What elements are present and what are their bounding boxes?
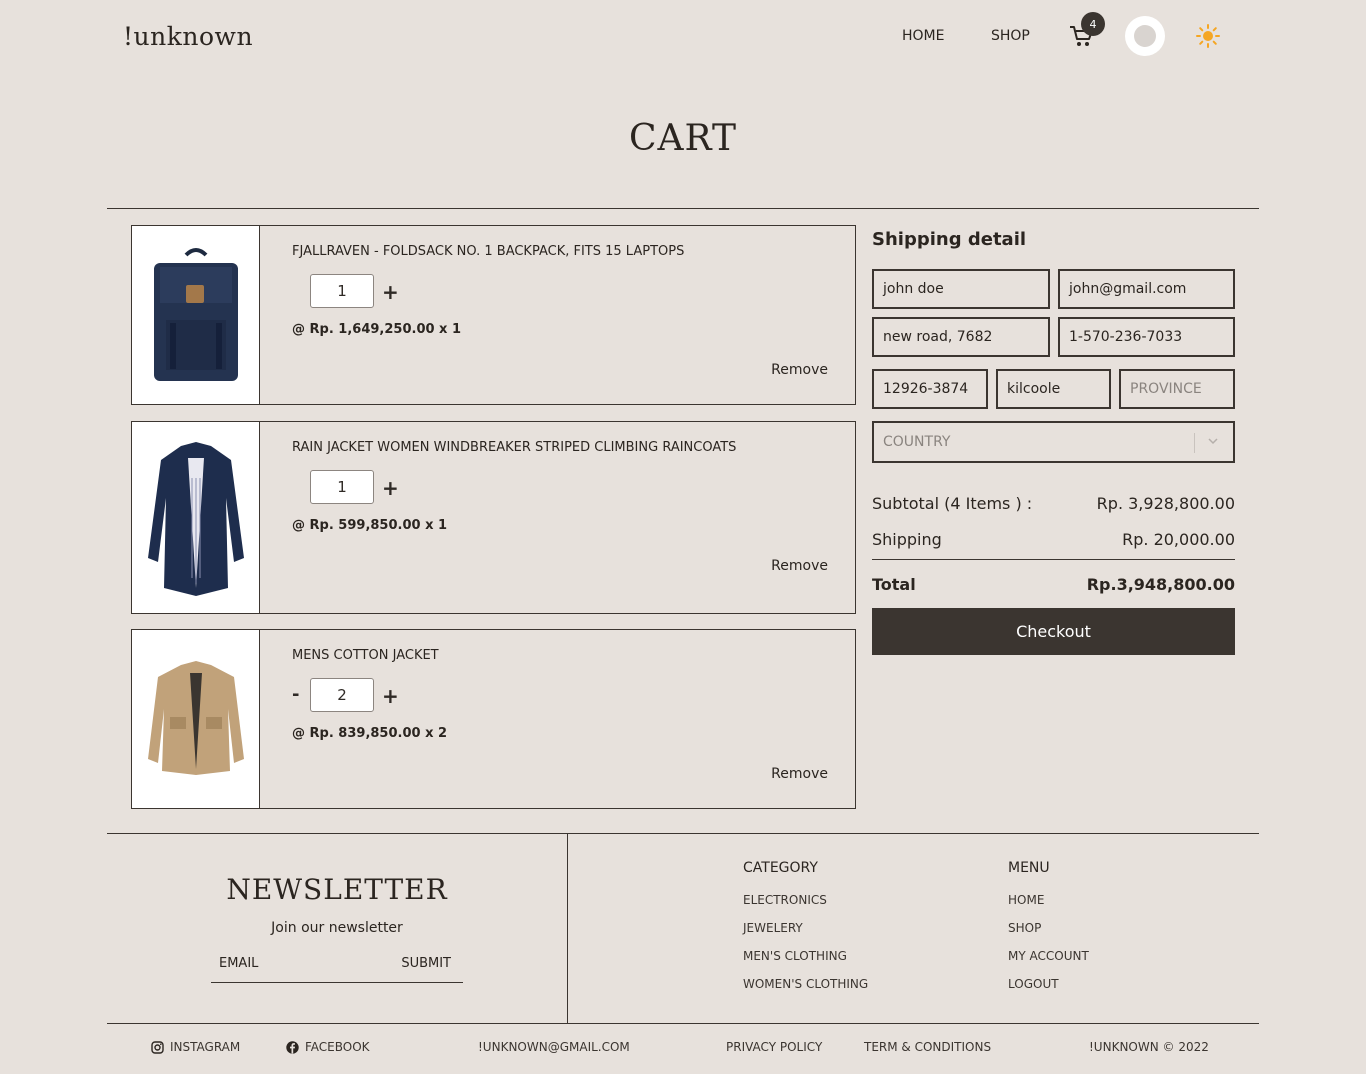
menu-link[interactable]: SHOP	[1008, 921, 1041, 935]
increase-quantity-button[interactable]: +	[382, 280, 399, 304]
product-image	[132, 226, 260, 404]
remove-button[interactable]: Remove	[771, 766, 828, 782]
menu-link[interactable]: HOME	[1008, 893, 1044, 907]
divider	[107, 208, 1259, 209]
newsletter-subtitle: Join our newsletter	[271, 920, 403, 936]
product-name[interactable]: MENS COTTON JACKET	[292, 648, 439, 663]
remove-button[interactable]: Remove	[771, 362, 828, 378]
privacy-policy-link[interactable]: PRIVACY POLICY	[726, 1040, 822, 1054]
product-price: @ Rp. 599,850.00 x 1	[292, 518, 448, 533]
facebook-icon	[286, 1040, 299, 1054]
checkout-button[interactable]: Checkout	[872, 608, 1235, 655]
jacket-icon	[147, 441, 244, 596]
nav-shop[interactable]: SHOP	[991, 28, 1030, 44]
menu-heading: MENU	[1008, 860, 1050, 876]
divider	[107, 1023, 1259, 1024]
category-heading: CATEGORY	[743, 860, 818, 876]
menu-link[interactable]: MY ACCOUNT	[1008, 949, 1089, 963]
subtotal-label: Subtotal (4 Items ) :	[872, 494, 1033, 513]
newsletter-title: NEWSLETTER	[226, 873, 448, 906]
contact-email-link[interactable]: !UNKNOWN@GMAIL.COM	[478, 1040, 630, 1054]
shipping-row: Shipping Rp. 20,000.00	[872, 530, 1235, 549]
name-field[interactable]: john doe	[872, 269, 1050, 309]
country-select[interactable]: COUNTRY	[872, 421, 1235, 463]
country-select-label: COUNTRY	[883, 434, 951, 450]
decrease-quantity-button[interactable]: -	[292, 684, 299, 705]
cart-item: FJALLRAVEN - FOLDSACK NO. 1 BACKPACK, FI…	[131, 225, 856, 405]
category-link[interactable]: ELECTRONICS	[743, 893, 827, 907]
cart-count-badge: 4	[1081, 12, 1105, 36]
category-link[interactable]: WOMEN'S CLOTHING	[743, 977, 868, 991]
zipcode-field[interactable]: 12926-3874	[872, 369, 988, 409]
instagram-icon	[151, 1040, 164, 1054]
product-name[interactable]: FJALLRAVEN - FOLDSACK NO. 1 BACKPACK, FI…	[292, 244, 684, 259]
province-field[interactable]: PROVINCE	[1119, 369, 1235, 409]
cart-item: RAIN JACKET WOMEN WINDBREAKER STRIPED CL…	[131, 421, 856, 614]
product-image	[132, 422, 260, 613]
copyright: !UNKNOWN © 2022	[1089, 1040, 1209, 1054]
quantity-input[interactable]: 2	[310, 678, 374, 712]
quantity-input[interactable]: 1	[310, 274, 374, 308]
increase-quantity-button[interactable]: +	[382, 684, 399, 708]
remove-button[interactable]: Remove	[771, 558, 828, 574]
chevron-down-icon	[1208, 438, 1218, 445]
city-field[interactable]: kilcoole	[996, 369, 1111, 409]
jacket-icon	[147, 661, 244, 775]
divider	[107, 833, 1259, 834]
avatar-icon	[1134, 25, 1156, 47]
total-label: Total	[872, 575, 916, 594]
quantity-input[interactable]: 1	[310, 470, 374, 504]
facebook-label: FACEBOOK	[305, 1040, 370, 1054]
product-name[interactable]: RAIN JACKET WOMEN WINDBREAKER STRIPED CL…	[292, 440, 736, 455]
shipping-value: Rp. 20,000.00	[1122, 530, 1235, 549]
product-image	[132, 630, 260, 808]
user-avatar[interactable]	[1125, 16, 1165, 56]
address-field[interactable]: new road, 7682	[872, 317, 1050, 357]
total-row: Total Rp.3,948,800.00	[872, 575, 1235, 594]
select-separator	[1194, 433, 1195, 453]
newsletter-form: EMAIL SUBMIT	[211, 956, 463, 983]
instagram-link[interactable]: INSTAGRAM	[151, 1040, 240, 1054]
shipping-title: Shipping detail	[872, 229, 1027, 250]
instagram-label: INSTAGRAM	[170, 1040, 241, 1054]
subtotal-value: Rp. 3,928,800.00	[1096, 494, 1235, 513]
subtotal-row: Subtotal (4 Items ) : Rp. 3,928,800.00	[872, 494, 1235, 513]
page-title: CART	[628, 118, 738, 159]
sun-icon[interactable]	[1196, 24, 1220, 48]
divider	[872, 559, 1235, 560]
menu-link[interactable]: LOGOUT	[1008, 977, 1059, 991]
nav-home[interactable]: HOME	[902, 28, 944, 44]
total-value: Rp.3,948,800.00	[1086, 575, 1235, 594]
category-link[interactable]: JEWELERY	[743, 921, 803, 935]
email-field[interactable]: john@gmail.com	[1058, 269, 1235, 309]
increase-quantity-button[interactable]: +	[382, 476, 399, 500]
facebook-link[interactable]: FACEBOOK	[286, 1040, 370, 1054]
site-logo[interactable]: !unknown	[123, 22, 253, 51]
newsletter-submit-button[interactable]: SUBMIT	[401, 956, 451, 971]
product-price: @ Rp. 839,850.00 x 2	[292, 726, 448, 741]
category-link[interactable]: MEN'S CLOTHING	[743, 949, 847, 963]
cart-item: MENS COTTON JACKET - 2 + @ Rp. 839,850.0…	[131, 629, 856, 809]
phone-field[interactable]: 1-570-236-7033	[1058, 317, 1235, 357]
terms-link[interactable]: TERM & CONDITIONS	[864, 1040, 991, 1054]
backpack-icon	[153, 248, 238, 381]
product-price: @ Rp. 1,649,250.00 x 1	[292, 322, 462, 337]
shipping-label: Shipping	[872, 530, 942, 549]
newsletter-email-input[interactable]: EMAIL	[219, 956, 258, 971]
divider	[567, 833, 568, 1024]
